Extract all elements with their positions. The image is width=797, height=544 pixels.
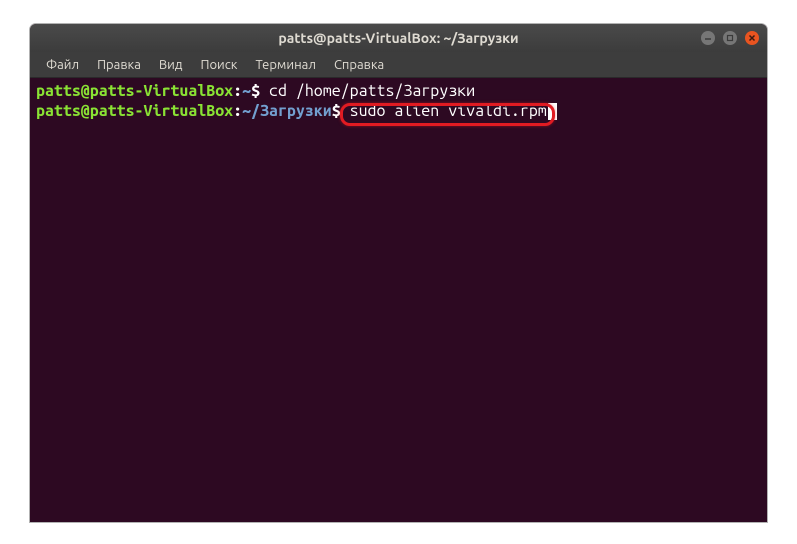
command-text: sudo alien vivaldi.rpm xyxy=(341,102,547,120)
menubar: Файл Правка Вид Поиск Терминал Справка xyxy=(30,52,767,78)
cursor-icon xyxy=(548,103,557,120)
terminal-body[interactable]: patts@patts-VirtualBox:~$ cd /home/patts… xyxy=(30,78,767,124)
command-text: cd /home/patts/Загрузки xyxy=(260,82,475,100)
maximize-button[interactable] xyxy=(723,31,737,45)
prompt-dollar: $ xyxy=(251,82,260,100)
window-titlebar[interactable]: patts@patts-VirtualBox: ~/Загрузки xyxy=(30,24,767,52)
prompt-path: ~ xyxy=(242,82,251,100)
menu-edit[interactable]: Правка xyxy=(89,55,149,75)
minimize-button[interactable] xyxy=(701,31,715,45)
prompt-path: ~/Загрузки xyxy=(242,102,332,120)
close-button[interactable] xyxy=(745,31,759,45)
window-title: patts@patts-VirtualBox: ~/Загрузки xyxy=(278,30,518,46)
prompt-user: patts@patts-VirtualBox xyxy=(36,82,233,100)
menu-search[interactable]: Поиск xyxy=(192,55,245,75)
terminal-line: patts@patts-VirtualBox:~/Загрузки$ sudo … xyxy=(36,101,761,121)
window-controls xyxy=(701,31,759,45)
terminal-line: patts@patts-VirtualBox:~$ cd /home/patts… xyxy=(36,81,761,101)
menu-file[interactable]: Файл xyxy=(38,55,87,75)
terminal-window: patts@patts-VirtualBox: ~/Загрузки Файл … xyxy=(30,24,767,522)
menu-terminal[interactable]: Терминал xyxy=(247,55,323,75)
menu-view[interactable]: Вид xyxy=(151,55,191,75)
prompt-user: patts@patts-VirtualBox xyxy=(36,102,233,120)
prompt-colon: : xyxy=(233,82,242,100)
prompt-colon: : xyxy=(233,102,242,120)
prompt-dollar: $ xyxy=(332,102,341,120)
menu-help[interactable]: Справка xyxy=(326,55,392,75)
